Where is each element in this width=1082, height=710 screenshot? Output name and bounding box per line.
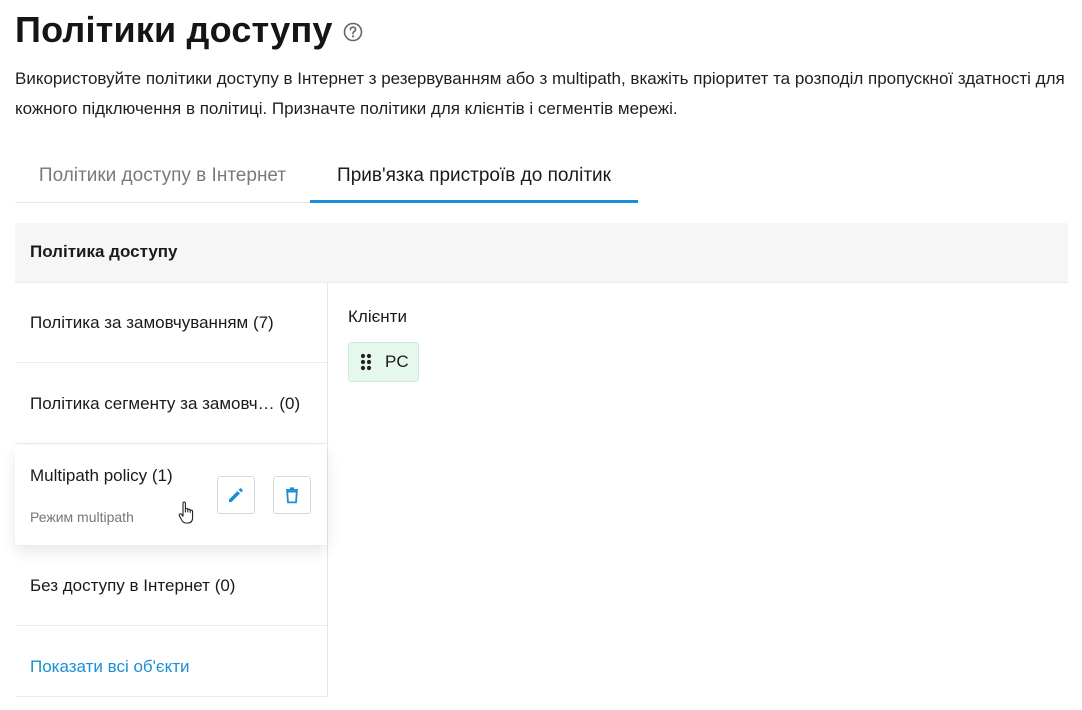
tab-internet-access-policies[interactable]: Політики доступу в Інтернет [15, 152, 310, 203]
client-chip-label: PC [385, 352, 409, 371]
trash-icon [286, 487, 298, 504]
access-policies-page: Політики доступу Використовуйте політики… [0, 0, 1082, 710]
policy-mode-label: Режим multipath [30, 509, 134, 525]
tab-device-policy-binding[interactable]: Прив'язка пристроїв до політик [310, 152, 638, 203]
policy-item-label: Без доступу в Інтернет (0) [30, 576, 236, 595]
pencil-icon [229, 488, 243, 502]
tab-bar: Політики доступу в Інтернет Прив'язка пр… [15, 152, 1068, 203]
policy-item-label: Політика за замовчуванням (7) [30, 313, 274, 332]
hand-cursor-icon [178, 501, 194, 524]
clients-panel: Клієнти PC [348, 303, 419, 382]
table-header-label: Політика доступу [30, 242, 178, 261]
show-all-link-row: Показати всі об'єкти [15, 627, 327, 707]
page-title: Політики доступу [15, 9, 333, 50]
clients-title: Клієнти [348, 307, 407, 326]
tabs-divider [15, 202, 310, 203]
policy-list: Політика за замовчуванням (7) Політика с… [15, 283, 328, 697]
show-all-link[interactable]: Показати всі об'єкти [30, 627, 190, 707]
policy-item-segment-default[interactable]: Політика сегменту за замовч… (0) [15, 364, 327, 444]
policy-item-label: Multipath policy (1) [30, 466, 173, 485]
list-divider [15, 696, 327, 697]
policy-item-no-internet[interactable]: Без доступу в Інтернет (0) [15, 546, 327, 626]
policy-item-default[interactable]: Політика за замовчуванням (7) [15, 283, 327, 363]
delete-policy-button[interactable] [273, 476, 311, 514]
client-chip-pc[interactable]: PC [348, 342, 419, 382]
title-row: Політики доступу [15, 8, 363, 52]
drag-handle-icon[interactable] [360, 352, 372, 372]
edit-policy-button[interactable] [217, 476, 255, 514]
table-header: Політика доступу [15, 223, 1068, 283]
policy-item-label: Політика сегменту за замовч… (0) [30, 394, 301, 413]
policy-item-multipath[interactable]: Multipath policy (1) Режим multipath [15, 445, 327, 546]
help-circle-icon[interactable] [343, 22, 363, 42]
page-description: Використовуйте політики доступу в Інтерн… [15, 69, 1065, 118]
